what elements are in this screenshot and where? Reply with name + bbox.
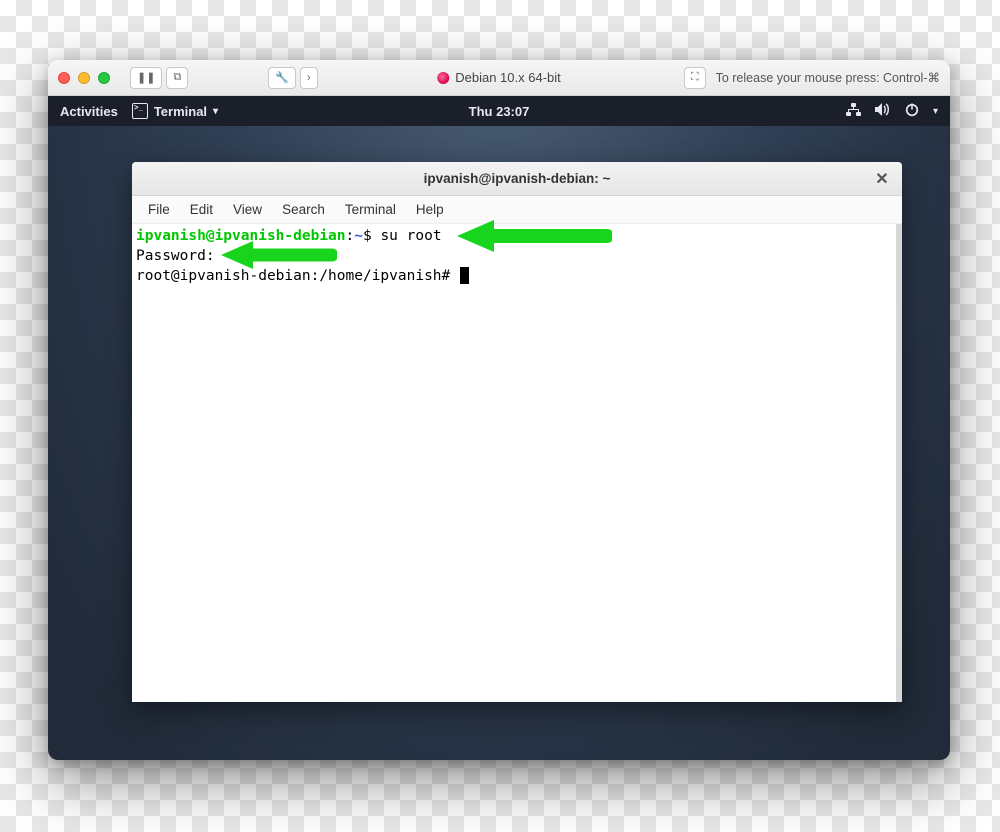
password-prompt: Password: [136, 248, 215, 264]
chevron-right-icon: › [307, 72, 311, 84]
prompt-sep: : [346, 228, 355, 244]
vm-toolbar: ❚❚ ⧉ 🔧 › Debian 10.x 64-bit ⛶ To release… [48, 60, 950, 96]
gnome-topbar: Activities Terminal ▾ Thu 23:07 ▾ [48, 96, 950, 126]
terminal-output: ipvanish@ipvanish-debian:~$ su root Pass… [132, 224, 896, 288]
terminal-body[interactable]: ipvanish@ipvanish-debian:~$ su root Pass… [132, 224, 902, 702]
command: su root [380, 228, 441, 244]
close-button[interactable]: ✕ [872, 169, 892, 189]
snapshot-button[interactable]: ⧉ [166, 67, 188, 89]
terminal-window: ipvanish@ipvanish-debian: ~ ✕ File Edit … [132, 162, 902, 702]
prompt-user: ipvanish@ipvanish-debian [136, 228, 346, 244]
vm-play-controls: ❚❚ ⧉ [130, 67, 188, 89]
debian-logo-icon [437, 72, 449, 84]
network-icon [846, 103, 861, 119]
menu-view[interactable]: View [225, 200, 270, 219]
prompt-path: ~ [354, 228, 363, 244]
power-icon [905, 103, 919, 120]
menu-terminal[interactable]: Terminal [337, 200, 404, 219]
mouse-release-hint: To release your mouse press: Control-⌘ [716, 70, 940, 85]
menu-search[interactable]: Search [274, 200, 333, 219]
menu-help[interactable]: Help [408, 200, 452, 219]
clock[interactable]: Thu 23:07 [469, 104, 530, 119]
terminal-app-icon [132, 103, 148, 119]
active-app-menu[interactable]: Terminal ▾ [132, 103, 218, 119]
vm-window: ❚❚ ⧉ 🔧 › Debian 10.x 64-bit ⛶ To release… [48, 60, 950, 760]
terminal-titlebar[interactable]: ipvanish@ipvanish-debian: ~ ✕ [132, 162, 902, 196]
chevron-down-icon: ▾ [933, 106, 938, 117]
menu-edit[interactable]: Edit [182, 200, 221, 219]
terminal-menubar: File Edit View Search Terminal Help [132, 196, 902, 224]
guest-screen: Activities Terminal ▾ Thu 23:07 ▾ [48, 96, 950, 760]
pause-icon: ❚❚ [137, 71, 155, 84]
snapshot-icon: ⧉ [173, 71, 181, 84]
activities-button[interactable]: Activities [60, 104, 118, 119]
volume-icon [875, 103, 891, 119]
traffic-lights [58, 72, 110, 84]
vm-tools-controls: 🔧 › [268, 67, 317, 89]
vm-title-text: Debian 10.x 64-bit [455, 70, 561, 85]
root-prompt: root@ipvanish-debian:/home/ipvanish# [136, 268, 459, 284]
terminal-title-text: ipvanish@ipvanish-debian: ~ [424, 171, 611, 186]
active-app-label: Terminal [154, 104, 207, 119]
wrench-icon: 🔧 [275, 71, 289, 84]
chevron-down-icon: ▾ [213, 106, 218, 117]
expand-icon: ⛶ [691, 71, 699, 84]
menu-file[interactable]: File [140, 200, 178, 219]
fullscreen-button[interactable]: ⛶ [684, 67, 706, 89]
forward-button[interactable]: › [300, 67, 318, 89]
cursor-icon [460, 267, 469, 284]
prompt-tail: $ [363, 228, 380, 244]
minimize-window-button[interactable] [78, 72, 90, 84]
close-window-button[interactable] [58, 72, 70, 84]
pause-vm-button[interactable]: ❚❚ [130, 67, 162, 89]
settings-button[interactable]: 🔧 [268, 67, 296, 89]
system-tray[interactable]: ▾ [846, 103, 938, 120]
zoom-window-button[interactable] [98, 72, 110, 84]
vm-title: Debian 10.x 64-bit [437, 70, 561, 85]
close-icon: ✕ [875, 169, 888, 189]
desktop: ipvanish@ipvanish-debian: ~ ✕ File Edit … [48, 126, 950, 760]
